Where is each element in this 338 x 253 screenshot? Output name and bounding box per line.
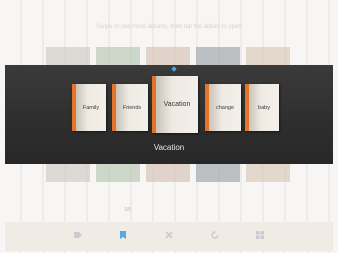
delete-icon[interactable] — [164, 230, 174, 243]
grid-icon[interactable] — [255, 230, 265, 243]
page-count: 1/5 — [124, 207, 131, 213]
album-vacation[interactable]: Vacation — [152, 76, 198, 133]
album-label: Friends — [122, 104, 142, 111]
bookmark-icon[interactable] — [118, 230, 128, 243]
rotate-icon[interactable] — [210, 230, 220, 243]
album-baby[interactable]: baby — [245, 84, 279, 131]
album-carousel: Family Friends Vacation change baby — [0, 0, 338, 253]
selected-album-caption: Vacation — [153, 143, 185, 152]
bottom-toolbar — [5, 222, 333, 251]
album-label: baby — [258, 104, 270, 111]
album-label: change — [215, 104, 235, 111]
album-change[interactable]: change — [205, 84, 241, 131]
album-label: Family — [82, 104, 100, 111]
tag-icon[interactable] — [73, 230, 83, 243]
album-friends[interactable]: Friends — [112, 84, 148, 131]
album-family[interactable]: Family — [72, 84, 106, 131]
album-label: Vacation — [163, 101, 191, 108]
